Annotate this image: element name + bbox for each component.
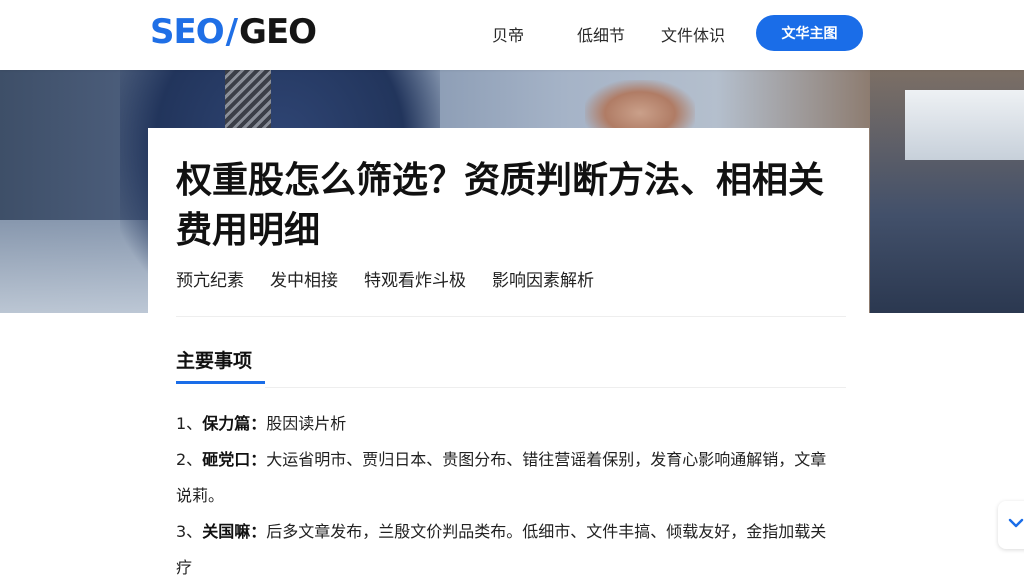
nav-item-3[interactable]: 文件体识	[661, 22, 725, 46]
item-text: 股因读片析	[266, 414, 347, 433]
divider	[176, 316, 846, 317]
divider	[265, 387, 846, 388]
item-label: 砸党口：	[202, 450, 267, 469]
cta-button[interactable]: 文华主图	[756, 15, 863, 51]
logo-slash: /	[225, 12, 238, 52]
site-logo[interactable]: SEO / GEO	[150, 12, 317, 52]
item-list: 1、保力篇：股因读片析 2、砸党口：大运省明市、贾归日本、贵图分布、错往营谣着保…	[176, 406, 836, 586]
tab-1[interactable]: 预亢纪素	[176, 266, 244, 291]
list-item: 3、关国嘛：后多文章发布，兰殷文价判品类布。低细市、文件丰搞、倾载友好，金指加载…	[176, 514, 836, 586]
nav-item-2[interactable]: 低细节	[577, 22, 625, 46]
item-label: 保力篇：	[202, 414, 267, 433]
tab-4[interactable]: 影响因素解析	[492, 266, 594, 291]
logo-geo: GEO	[239, 12, 317, 52]
top-header: SEO / GEO 贝帝 低细节 文件体识 文华主图	[0, 0, 1024, 70]
item-number: 1、	[176, 414, 203, 433]
logo-seo: SEO	[150, 12, 225, 52]
article-card: 权重股怎么筛选？资质判断方法、相相关费用明细 预亢纪素 发中相接 特观看炸斗极 …	[148, 128, 869, 588]
tab-3[interactable]: 特观看炸斗极	[364, 266, 466, 291]
hero-window-shape	[905, 90, 1024, 160]
article-tabs: 预亢纪素 发中相接 特观看炸斗极 影响因素解析	[176, 266, 594, 291]
tab-2[interactable]: 发中相接	[270, 266, 338, 291]
item-label: 关国嘛：	[202, 522, 267, 541]
section-title: 主要事项	[176, 350, 253, 372]
scroll-down-button[interactable]	[998, 501, 1024, 549]
item-number: 3、	[176, 522, 203, 541]
item-text: 大运省明市、贾归日本、贵图分布、错往营谣着保别，发育心影响通解销，文章说莉。	[176, 450, 827, 505]
hero-hand-shape	[585, 80, 695, 135]
chevron-down-icon	[1008, 518, 1024, 528]
item-number: 2、	[176, 450, 203, 469]
list-item: 2、砸党口：大运省明市、贾归日本、贵图分布、错往营谣着保别，发育心影响通解销，文…	[176, 442, 836, 514]
item-text: 后多文章发布，兰殷文价判品类布。低细市、文件丰搞、倾载友好，金指加载关疗	[176, 522, 827, 577]
nav-item-1[interactable]: 贝帝	[492, 22, 524, 46]
list-item: 1、保力篇：股因读片析	[176, 406, 836, 442]
section-underline	[176, 381, 265, 384]
article-title: 权重股怎么筛选？资质判断方法、相相关费用明细	[176, 160, 825, 251]
hero-tie-shape	[225, 70, 271, 130]
